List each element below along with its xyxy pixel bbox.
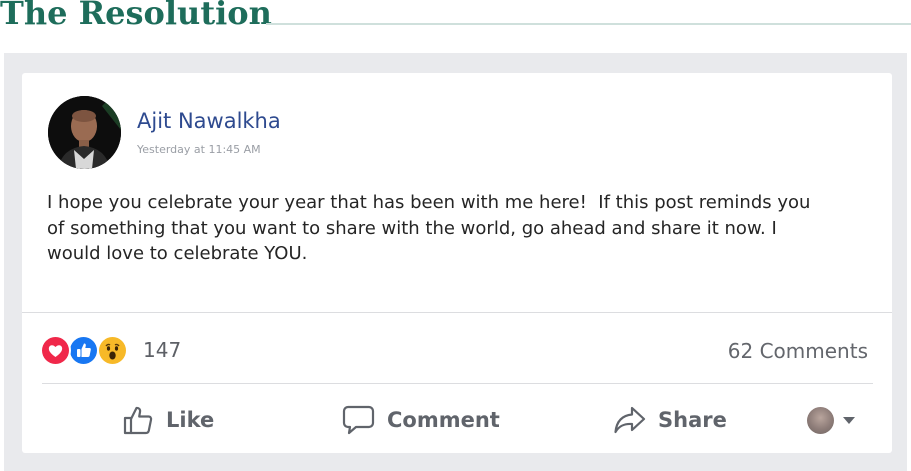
like-button[interactable]: Like	[122, 403, 214, 437]
divider	[22, 312, 892, 313]
author-name[interactable]: Ajit Nawalkha	[137, 109, 281, 133]
comment-button[interactable]: Comment	[342, 403, 500, 437]
share-arrow-icon	[614, 406, 646, 434]
post-timestamp[interactable]: Yesterday at 11:45 AM	[137, 143, 261, 156]
divider	[42, 383, 873, 384]
reaction-count[interactable]: 147	[143, 338, 181, 362]
share-label: Share	[658, 408, 727, 432]
like-label: Like	[166, 408, 215, 432]
heading-rule	[266, 23, 911, 25]
user-avatar	[807, 406, 834, 434]
comment-label: Comment	[387, 408, 500, 432]
chevron-down-icon	[843, 417, 855, 424]
author-avatar[interactable]	[48, 96, 121, 169]
like-icon	[68, 335, 99, 366]
comment-bubble-icon	[342, 405, 375, 435]
post-card: Ajit Nawalkha Yesterday at 11:45 AM I ho…	[22, 73, 892, 453]
share-button[interactable]: Share	[613, 403, 727, 437]
post-body: I hope you celebrate your year that has …	[47, 192, 811, 264]
post-as-selector[interactable]	[807, 406, 858, 434]
wow-icon	[97, 335, 128, 366]
comments-count-link[interactable]: 62 Comments	[728, 339, 868, 363]
thumbs-up-icon	[123, 406, 153, 435]
page-heading: The Resolution	[0, 0, 272, 32]
love-icon	[40, 335, 71, 366]
